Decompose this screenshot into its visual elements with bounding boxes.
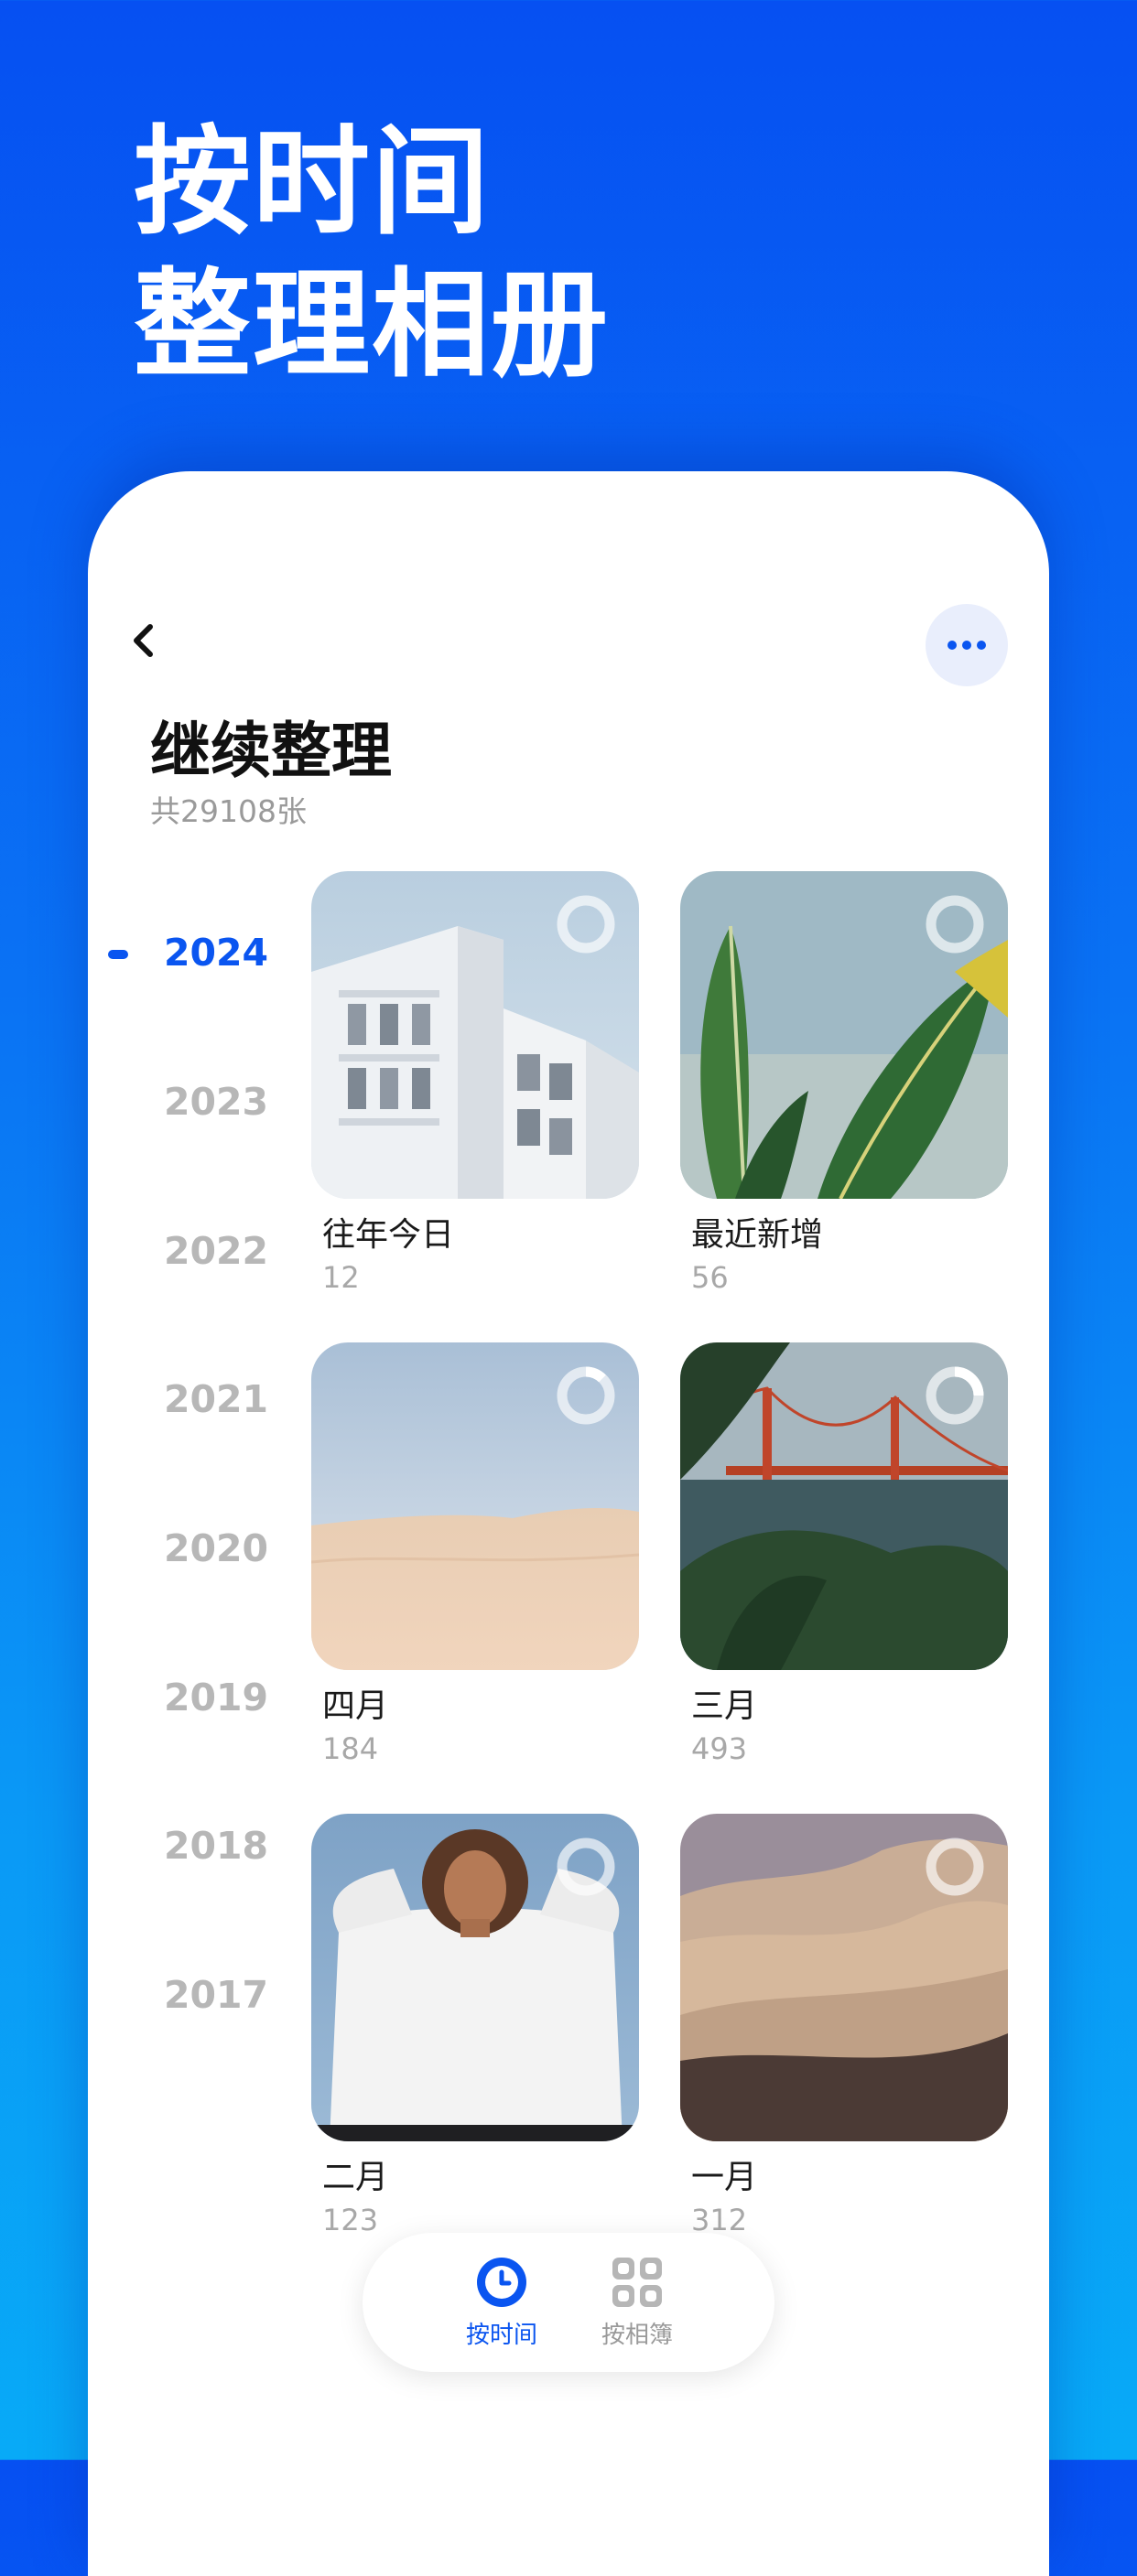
album-count: 493 <box>691 1731 748 1766</box>
phone-screen: 继续整理 共29108张 2024 2023 2022 2021 2020 20… <box>88 471 1049 2576</box>
album-cover-past-years-today[interactable] <box>311 871 639 1199</box>
album-name: 一月 <box>691 2159 758 2196</box>
tab-by-time[interactable]: 按时间 <box>433 2233 570 2372</box>
hero-line-1: 按时间 <box>134 114 492 251</box>
album-name: 四月 <box>322 1687 389 1725</box>
progress-ring <box>557 1366 615 1425</box>
tab-label: 按时间 <box>465 2321 537 2349</box>
album-name: 二月 <box>322 2159 389 2196</box>
year-2020[interactable]: 2020 <box>138 1526 294 1570</box>
grid-icon <box>612 2257 662 2307</box>
year-2019[interactable]: 2019 <box>138 1676 294 1719</box>
album-cover-april[interactable] <box>311 1342 639 1670</box>
album-cover-recently-added[interactable] <box>680 871 1008 1199</box>
progress-ring <box>557 895 615 954</box>
bottom-tab-bar: 按时间 按相簿 <box>363 2233 774 2372</box>
progress-ring <box>926 1366 984 1425</box>
album-cover-january[interactable] <box>680 1814 1008 2141</box>
year-2024[interactable]: 2024 <box>138 931 294 975</box>
tab-by-album[interactable]: 按相簿 <box>568 2233 706 2372</box>
year-2022[interactable]: 2022 <box>138 1229 294 1273</box>
album-name: 三月 <box>691 1687 758 1725</box>
year-2018[interactable]: 2018 <box>138 1824 294 1868</box>
hero-heading: 按时间 整理相册 <box>134 112 610 397</box>
active-year-indicator <box>108 950 128 959</box>
album-count: 123 <box>322 2203 379 2237</box>
album-cover-february[interactable] <box>311 1814 639 2141</box>
progress-ring <box>926 1838 984 1896</box>
progress-ring <box>926 895 984 954</box>
year-2017[interactable]: 2017 <box>138 1973 294 2017</box>
year-2023[interactable]: 2023 <box>138 1080 294 1124</box>
photo-total-count: 共29108张 <box>150 793 307 829</box>
chevron-left-icon <box>134 624 153 657</box>
more-button[interactable] <box>926 604 1008 686</box>
year-2021[interactable]: 2021 <box>138 1377 294 1421</box>
page-title: 继续整理 <box>150 716 392 786</box>
album-count: 184 <box>322 1731 379 1766</box>
tab-label: 按相簿 <box>601 2321 673 2349</box>
ellipsis-icon <box>948 641 986 650</box>
album-name: 最近新增 <box>691 1216 824 1254</box>
back-button[interactable] <box>123 620 165 662</box>
album-cover-march[interactable] <box>680 1342 1008 1670</box>
progress-ring <box>557 1838 615 1896</box>
album-name: 往年今日 <box>322 1216 455 1254</box>
album-count: 12 <box>322 1260 360 1295</box>
hero-line-2: 整理相册 <box>134 257 611 393</box>
clock-icon <box>477 2257 526 2307</box>
album-count: 56 <box>691 1260 729 1295</box>
